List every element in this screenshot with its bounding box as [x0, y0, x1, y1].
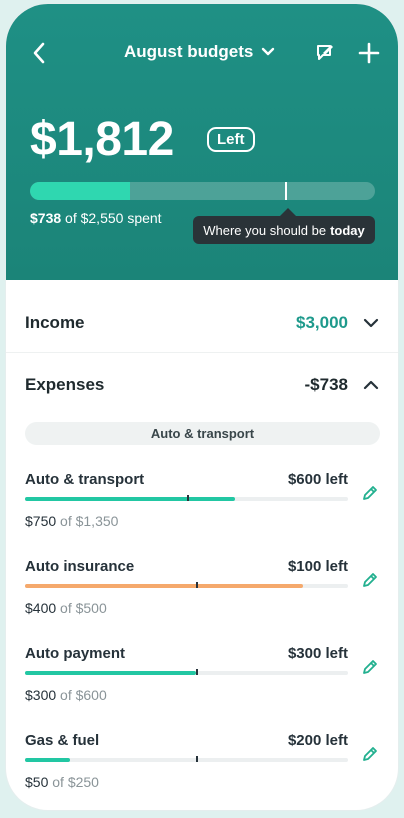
amount-left: $1,812	[30, 113, 174, 166]
page-title: August budgets	[124, 42, 254, 61]
category-spent: $300 of $600	[25, 687, 107, 703]
tooltip-text: Where you should be	[203, 222, 327, 238]
edit-note-icon	[317, 45, 333, 60]
budget-progress-fill	[30, 182, 131, 200]
category-progress-bar	[25, 584, 348, 588]
tooltip-body: Where you should be today	[193, 216, 375, 244]
category-spent-amount: $400	[25, 600, 57, 616]
pencil-icon[interactable]	[360, 744, 380, 764]
category-today-tick	[186, 495, 189, 501]
chevron-down-icon	[360, 312, 382, 334]
category-spent: $750 of $1,350	[25, 513, 118, 529]
category-budget: of $1,350	[60, 513, 119, 529]
category-row[interactable]: Auto payment $300 left $300 of $600	[6, 645, 398, 725]
category-spent: $400 of $500	[25, 600, 107, 616]
section-divider	[6, 352, 398, 353]
budget-header: August budgets $1,812 Left $738 of $2,55…	[6, 4, 398, 280]
category-progress-bar	[25, 758, 348, 762]
income-row[interactable]: Income $3,000	[6, 303, 398, 343]
category-progress-bar	[25, 671, 348, 675]
phone-frame: August budgets $1,812 Left $738 of $2,55…	[6, 4, 398, 810]
chevron-left-icon	[33, 42, 45, 64]
back-button[interactable]	[24, 38, 54, 68]
plus-icon	[358, 42, 380, 64]
today-marker	[285, 182, 288, 200]
category-left: $600 left	[287, 471, 348, 488]
category-today-tick	[196, 756, 199, 762]
category-row[interactable]: Auto insurance $100 left $400 of $500	[6, 558, 398, 638]
category-budget: of $600	[60, 687, 107, 703]
category-today-tick	[196, 582, 199, 588]
tooltip-arrow	[280, 208, 296, 216]
spent-total: of $2,550 spent	[65, 210, 162, 226]
spent-summary: $738 of $2,550 spent	[30, 210, 162, 226]
pencil-icon[interactable]	[360, 657, 380, 677]
category-progress-fill	[25, 671, 197, 675]
expenses-row[interactable]: Expenses -$738	[6, 365, 398, 405]
month-selector[interactable]: August budgets	[124, 42, 275, 62]
budget-progress-bar	[30, 182, 375, 200]
category-progress-fill	[25, 584, 303, 588]
category-left: $200 left	[287, 732, 348, 749]
category-name: Gas & fuel	[25, 732, 100, 749]
pencil-icon[interactable]	[360, 483, 380, 503]
add-button[interactable]	[355, 39, 383, 67]
tooltip-bold-text: today	[330, 222, 365, 238]
category-progress-fill	[25, 758, 71, 762]
nav-bar: August budgets	[6, 34, 398, 74]
income-value: $3,000	[296, 313, 348, 332]
category-name: Auto payment	[25, 645, 126, 662]
category-row[interactable]: Gas & fuel $200 left $50 of $250	[6, 732, 398, 810]
pencil-icon[interactable]	[360, 570, 380, 590]
expenses-label: Expenses	[25, 375, 105, 394]
category-today-tick	[196, 669, 199, 675]
spent-amount: $738	[30, 210, 62, 226]
category-spent-amount: $300	[25, 687, 57, 703]
income-label: Income	[25, 313, 85, 332]
category-name: Auto & transport	[25, 471, 145, 488]
category-spent-amount: $50	[25, 774, 49, 790]
category-group-label: Auto & transport	[25, 422, 380, 445]
expenses-value: -$738	[304, 375, 348, 394]
chevron-down-icon	[262, 47, 275, 56]
category-name: Auto insurance	[25, 558, 135, 575]
edit-budget-button[interactable]	[312, 40, 338, 66]
category-left: $100 left	[287, 558, 348, 575]
category-spent: $50 of $250	[25, 774, 99, 790]
left-badge: Left	[207, 127, 255, 152]
category-budget: of $500	[60, 600, 107, 616]
category-spent-amount: $750	[25, 513, 57, 529]
category-progress-fill	[25, 497, 235, 501]
category-row[interactable]: Auto & transport $600 left $750 of $1,35…	[6, 471, 398, 551]
category-budget: of $250	[52, 774, 99, 790]
category-left: $300 left	[287, 645, 348, 662]
chevron-up-icon	[360, 374, 382, 396]
